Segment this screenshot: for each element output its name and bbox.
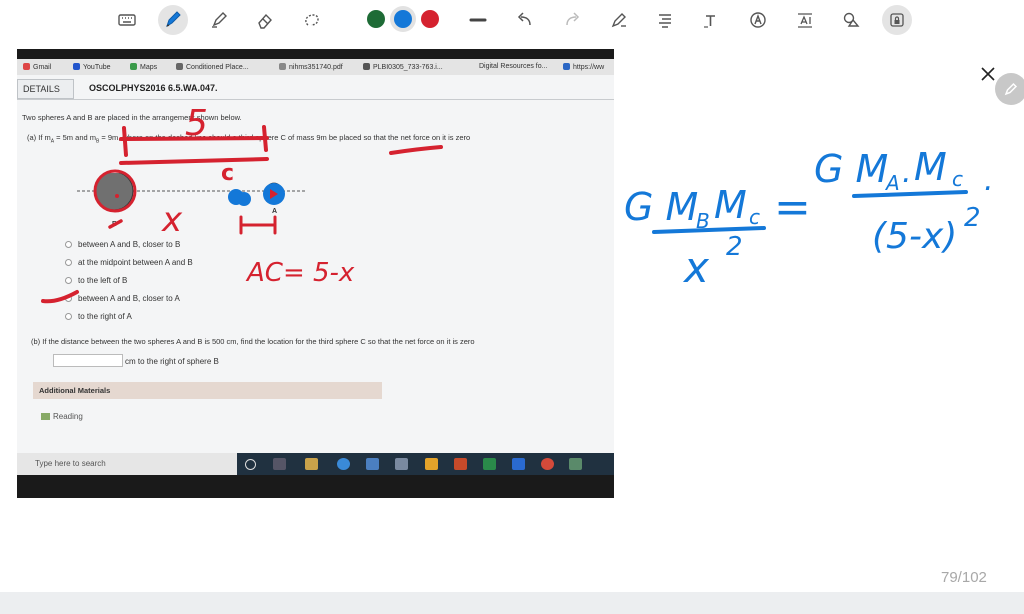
shapes-icon[interactable] xyxy=(838,7,864,33)
excel-icon[interactable] xyxy=(483,458,496,470)
bookmark-plbi[interactable]: PLBI0305_733-763.i... xyxy=(363,63,443,71)
lhs-denominator: x xyxy=(682,243,710,292)
store-icon[interactable] xyxy=(395,458,408,470)
option-right-of-a[interactable]: to the right of A xyxy=(65,312,132,321)
rhs-sub-c: c xyxy=(952,167,963,191)
task-view-icon[interactable] xyxy=(273,458,286,470)
cortana-icon[interactable] xyxy=(245,459,256,470)
rhs-sub-a: A xyxy=(884,171,900,195)
text-tool-icon[interactable] xyxy=(698,7,724,33)
option-midpoint[interactable]: at the midpoint between A and B xyxy=(65,258,193,267)
rhs-tail: . xyxy=(984,163,994,198)
rhs-exponent: 2 xyxy=(964,203,981,233)
page-counter: 79/102 xyxy=(941,569,987,586)
handwriting-icon[interactable] xyxy=(745,7,771,33)
bookmark-https[interactable]: https://ww xyxy=(563,63,604,71)
additional-materials-header[interactable]: Additional Materials xyxy=(33,382,382,399)
bookmark-nihms-pdf[interactable]: nihms351740.pdf xyxy=(279,63,343,71)
keyboard-icon[interactable] xyxy=(114,7,140,33)
chrome-icon[interactable] xyxy=(541,458,554,470)
handwritten-equation: G M B M c x 2 = G M A . M c (5-x) 2 . xyxy=(624,145,994,292)
powerpoint-icon[interactable] xyxy=(454,458,467,470)
weather-icon[interactable] xyxy=(305,458,318,470)
book-icon xyxy=(41,413,50,420)
windows-taskbar: Type here to search xyxy=(17,453,614,475)
sphere-a xyxy=(265,182,283,200)
text-spacing-icon[interactable] xyxy=(792,7,818,33)
lhs-sub-c: c xyxy=(749,205,760,229)
pen-icon[interactable] xyxy=(158,5,188,35)
color-swatch-green[interactable] xyxy=(367,10,385,28)
distance-input[interactable] xyxy=(53,354,123,367)
line-tool-icon[interactable] xyxy=(465,7,491,33)
color-swatch-red[interactable] xyxy=(421,10,439,28)
bookmark-youtube[interactable]: YouTube xyxy=(73,63,111,71)
eraser-icon[interactable] xyxy=(252,7,278,33)
lhs-sub-b: B xyxy=(696,209,710,233)
lock-icon[interactable] xyxy=(882,5,912,35)
part-b-question: (b) If the distance between the two sphe… xyxy=(31,337,475,346)
lhs-exponent: 2 xyxy=(726,232,743,262)
part-a-question: (a) If mA = 5m and mB = 9m, where on the… xyxy=(27,133,471,145)
taskbar-search[interactable]: Type here to search xyxy=(17,453,237,475)
drawing-toolbar xyxy=(0,0,1024,38)
sphere-b-label: B xyxy=(112,221,117,228)
bookmark-digital-resources[interactable]: Digital Resources fo... xyxy=(479,63,547,70)
color-swatch-blue[interactable] xyxy=(394,10,412,28)
option-left-of-b[interactable]: to the left of B xyxy=(65,276,127,285)
distance-unit-label: cm to the right of sphere B xyxy=(125,357,219,366)
bookmark-maps[interactable]: Maps xyxy=(130,63,157,71)
mail-icon[interactable] xyxy=(366,458,379,470)
bookmark-gmail[interactable]: Gmail xyxy=(23,63,51,71)
option-between-closer-b[interactable]: between A and B, closer to B xyxy=(65,240,180,249)
sphere-b xyxy=(94,173,134,211)
edit-pencil-button[interactable] xyxy=(995,73,1024,105)
divider xyxy=(17,99,614,100)
redo-icon[interactable] xyxy=(559,7,585,33)
text-align-icon[interactable] xyxy=(652,7,678,33)
pencil-icon xyxy=(1004,82,1018,96)
equals-sign: = xyxy=(774,182,811,233)
webassign-page: DETAILS OSCOLPHYS2016 6.5.WA.047. Two sp… xyxy=(17,75,614,453)
problem-code: OSCOLPHYS2016 6.5.WA.047. xyxy=(89,83,218,93)
note-app: Gmail YouTube Maps Conditioned Place... … xyxy=(0,0,1024,614)
details-tab[interactable]: DETAILS xyxy=(17,79,74,99)
edge-icon[interactable] xyxy=(337,458,350,470)
problem-intro: Two spheres A and B are placed in the ar… xyxy=(22,113,242,122)
app-icon[interactable] xyxy=(569,458,582,470)
spheres-diagram: B A xyxy=(77,173,307,228)
lasso-icon[interactable] xyxy=(299,7,325,33)
rhs-gm: G M xyxy=(814,147,888,191)
pen-settings-icon[interactable] xyxy=(606,7,632,33)
option-between-closer-a[interactable]: between A and B, closer to A xyxy=(65,294,180,303)
word-icon[interactable] xyxy=(512,458,525,470)
bookmark-conditioned-place[interactable]: Conditioned Place... xyxy=(176,63,249,71)
lhs-gm: G M xyxy=(624,185,698,229)
reading-link[interactable]: Reading xyxy=(41,412,83,421)
rhs-m: M xyxy=(914,145,947,189)
screen-photo: Gmail YouTube Maps Conditioned Place... … xyxy=(17,49,614,498)
bookmarks-bar: Gmail YouTube Maps Conditioned Place... … xyxy=(17,59,614,75)
sphere-a-label: A xyxy=(272,208,277,215)
explorer-icon[interactable] xyxy=(425,458,438,470)
rhs-denominator: (5-x) xyxy=(872,216,957,257)
highlighter-icon[interactable] xyxy=(206,7,232,33)
lhs-m: M xyxy=(714,183,747,227)
rhs-dot: . xyxy=(902,155,912,190)
bottom-bar xyxy=(0,592,1024,614)
undo-icon[interactable] xyxy=(512,7,538,33)
